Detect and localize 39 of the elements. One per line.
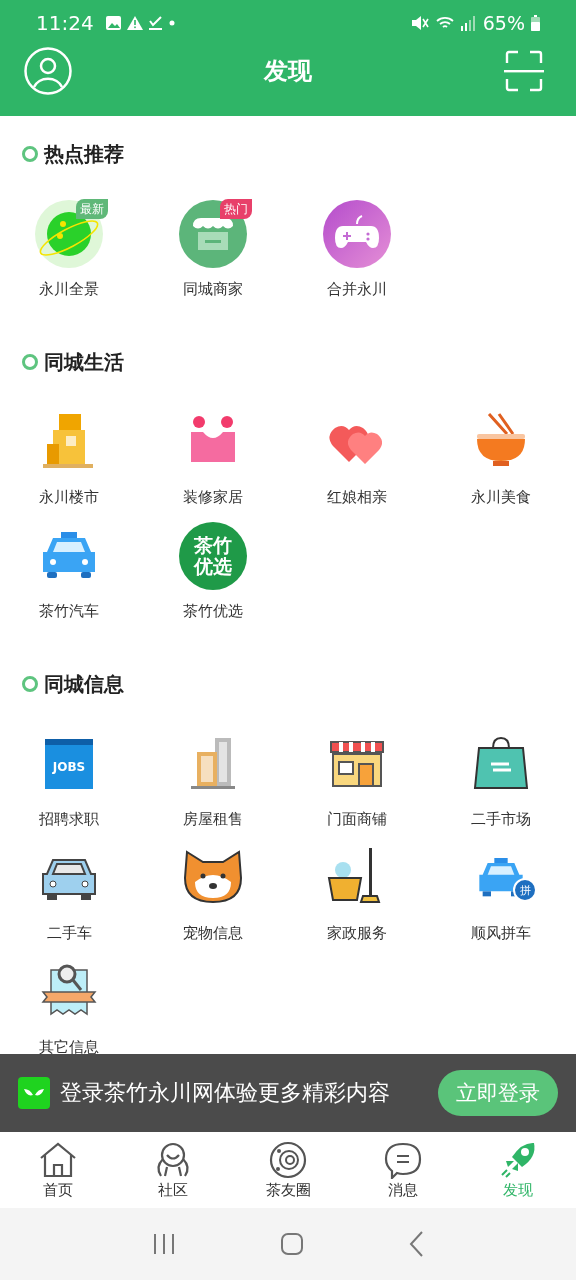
section-bullet-icon: [22, 354, 38, 370]
gamepad-icon: [321, 198, 393, 270]
battery-level: 65%: [482, 12, 525, 34]
service-entry[interactable]: 其它信息: [0, 956, 144, 1058]
login-prompt: 登录茶竹永川网体验更多精彩内容: [60, 1079, 391, 1107]
recent-apps-icon[interactable]: [152, 1232, 176, 1256]
warning-icon: [126, 16, 143, 30]
user-avatar-icon[interactable]: [24, 47, 72, 95]
signal-icon: [460, 15, 477, 31]
wifi-icon: [434, 16, 455, 30]
planet-icon: [33, 198, 105, 270]
item-badge: 热门: [220, 199, 252, 219]
carpool-badge: 拼: [513, 878, 537, 902]
tab-bar-item[interactable]: 消息: [345, 1132, 461, 1208]
status-time: 11:24: [36, 11, 94, 35]
section-title: 同城信息: [44, 670, 124, 698]
storefront-icon: [177, 198, 249, 270]
chat-bubble-icon: [383, 1140, 424, 1179]
tab-bar-item[interactable]: 社区: [115, 1132, 231, 1208]
section-title: 同城生活: [44, 348, 124, 376]
back-icon[interactable]: [408, 1231, 424, 1257]
brand-logo: 茶竹优选: [179, 522, 247, 590]
page-title: 发现: [264, 56, 312, 87]
tab-bar-item[interactable]: 首页: [0, 1132, 116, 1208]
tab-bar-item[interactable]: 茶友圈: [230, 1132, 346, 1208]
app-logo-icon: [18, 1077, 50, 1109]
item-badge: 最新: [76, 199, 108, 219]
mute-icon: [410, 15, 429, 31]
checkmark-icon: [148, 16, 163, 30]
orbit-icon: [268, 1140, 308, 1179]
section-bullet-icon: [22, 146, 38, 162]
scan-icon[interactable]: [504, 50, 544, 92]
image-icon: [105, 16, 121, 30]
battery-icon: [531, 15, 540, 31]
home-button-icon[interactable]: [280, 1232, 304, 1256]
dot-icon: [168, 20, 175, 26]
jobs-folder-icon: JOBS: [45, 739, 93, 789]
section-title: 热点推荐: [44, 140, 124, 168]
section-bullet-icon: [22, 676, 38, 692]
